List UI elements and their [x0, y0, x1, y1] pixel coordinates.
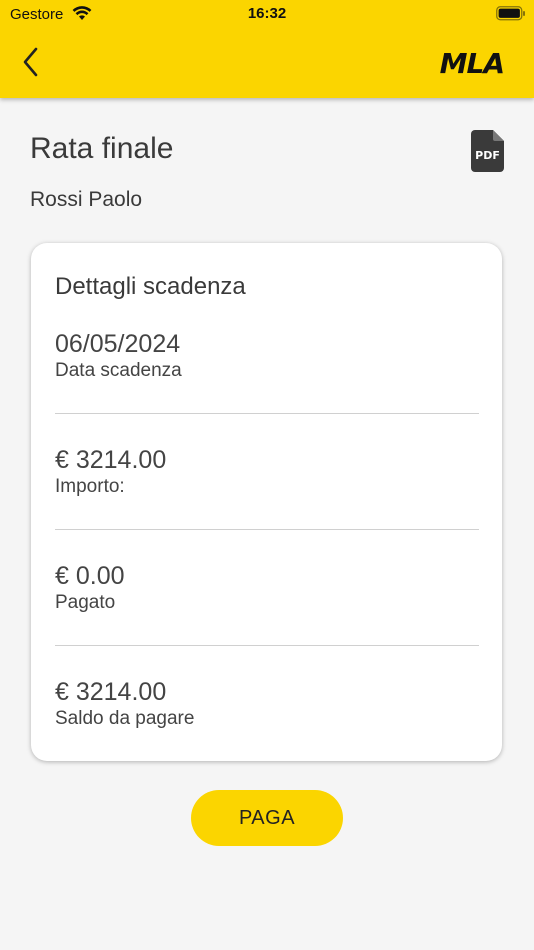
due-date-value: 06/05/2024 [55, 330, 181, 358]
customer-name: Rossi Paolo [30, 188, 143, 211]
page-title: Rata finale [30, 132, 174, 165]
app-header: Gestore 16:32 MLA [0, 0, 534, 98]
amount-value: € 3214.00 [55, 446, 167, 474]
due-details-card: Dettagli scadenza 06/05/2024 Data scaden… [31, 243, 502, 761]
divider [55, 529, 479, 530]
pdf-download-button[interactable]: PDF [470, 129, 506, 178]
pay-button[interactable]: PAGA [191, 790, 343, 846]
amount-label: Importo: [55, 476, 125, 497]
clock-time: 16:32 [247, 5, 287, 22]
brand-logo: MLA [439, 47, 505, 80]
card-title: Dettagli scadenza [55, 273, 246, 300]
battery-icon [496, 6, 526, 26]
divider [55, 645, 479, 646]
balance-value: € 3214.00 [55, 678, 167, 706]
due-date-label: Data scadenza [55, 360, 182, 381]
divider [55, 413, 479, 414]
paid-label: Pagato [55, 592, 116, 613]
detail-row-balance: € 3214.00 Saldo da pagare [55, 677, 479, 731]
balance-label: Saldo da pagare [55, 708, 195, 729]
detail-row-amount: € 3214.00 Importo: [55, 445, 479, 499]
chevron-left-icon [23, 47, 38, 77]
detail-row-due-date: 06/05/2024 Data scadenza [55, 329, 479, 383]
detail-row-paid: € 0.00 Pagato [55, 561, 479, 615]
pdf-icon-text: PDF [475, 149, 500, 162]
paid-value: € 0.00 [55, 562, 125, 590]
back-button[interactable] [20, 46, 44, 78]
pdf-icon: PDF [471, 130, 504, 172]
status-bar: Gestore 16:32 [0, 0, 534, 28]
